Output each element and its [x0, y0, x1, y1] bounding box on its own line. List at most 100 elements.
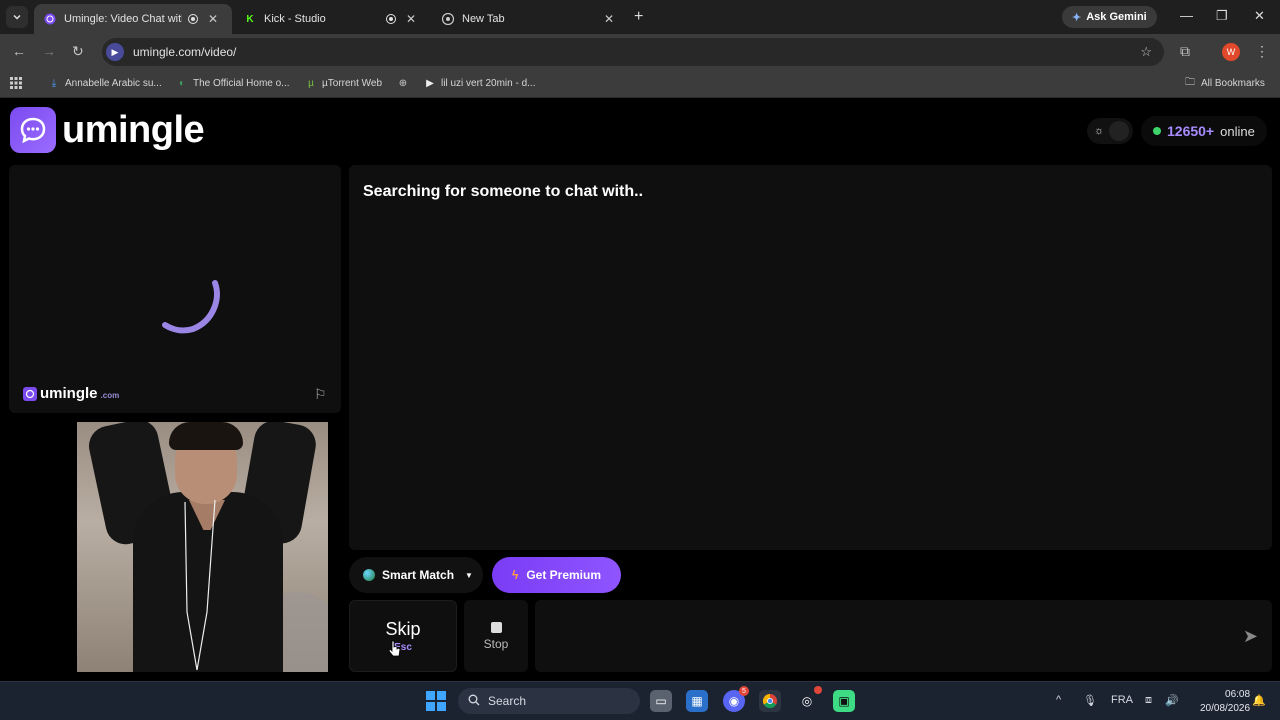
play-icon: ▶ [426, 77, 434, 89]
site-favicon-icon: ◐ [178, 77, 186, 89]
chrome-icon[interactable] [759, 690, 781, 712]
tab-title: New Tab [462, 13, 505, 25]
umingle-favicon-icon [44, 13, 56, 25]
taskbar-clock[interactable]: 06:08 20/08/2026 [1200, 688, 1250, 716]
microsoft-store-icon[interactable]: ▦ [686, 690, 708, 712]
loading-spinner-icon [162, 280, 220, 334]
obs-icon[interactable]: ◎ [796, 686, 822, 712]
stop-square-icon [490, 621, 502, 633]
clock-date: 20/08/2026 [1200, 703, 1251, 714]
windows-taskbar: Search ▭ ▦ ◉ 5 ◎ ▣ ^ 🎙 FRA ⧈ 🔊 06:08 20/0… [0, 681, 1280, 720]
skip-button[interactable]: Skip Esc [349, 600, 457, 672]
online-label: online [1220, 123, 1255, 139]
bookmark-item[interactable]: ◐ The Official Home o... [176, 77, 290, 89]
bookmark-item[interactable]: µ µTorrent Web [305, 77, 382, 89]
bookmark-star-icon[interactable]: ☆ [1140, 44, 1152, 60]
microphone-icon[interactable]: 🎙 [1083, 694, 1097, 707]
tray-chevron-up-icon[interactable]: ^ [1056, 694, 1061, 706]
all-bookmarks-button[interactable]: 🗀 All Bookmarks [1184, 77, 1265, 89]
send-arrow-icon[interactable]: ➤ [1243, 626, 1258, 647]
clock-time: 06:08 [1225, 689, 1251, 700]
address-toolbar: ← → ↻ ▶ umingle.com/video/ ☆ ⧉ W ⋮ [0, 34, 1280, 70]
earphone-cable-icon [184, 499, 216, 671]
taskbar-search[interactable]: Search [458, 688, 640, 714]
tab-search-button[interactable] [6, 6, 28, 28]
stop-button[interactable]: Stop [464, 600, 528, 672]
url-text: umingle.com/video/ [133, 45, 237, 59]
extensions-icon[interactable]: ⧉ [1180, 43, 1190, 60]
notification-bell-icon[interactable]: 🔔 [1252, 694, 1266, 707]
self-camera-video [77, 422, 328, 672]
recording-badge [814, 686, 822, 694]
report-flag-icon[interactable]: ⚐ [314, 386, 327, 403]
theme-toggle[interactable]: ☼ [1087, 118, 1133, 144]
new-tab-plus-icon[interactable]: + [634, 8, 643, 26]
umingle-watermark: umingle .com [23, 385, 119, 402]
ask-gemini-label: Ask Gemini [1086, 11, 1147, 23]
all-bookmarks-label: All Bookmarks [1201, 77, 1265, 89]
bookmarks-bar: ⤓ Annabelle Arabic su... ◐ The Official … [0, 70, 1280, 98]
gemini-sparkle-icon: ✦ [1072, 11, 1082, 24]
recording-icon [386, 14, 396, 24]
stop-label: Stop [483, 636, 509, 651]
get-premium-button[interactable]: ϟ Get Premium [492, 557, 621, 593]
chat-bubble-icon [23, 386, 37, 401]
browser-tab-bar: Umingle: Video Chat with S ✕ K Kick - St… [0, 0, 1280, 34]
bookmark-item[interactable]: ⤓ Annabelle Arabic su... [48, 77, 162, 89]
site-logo[interactable]: umingle [10, 107, 205, 153]
lightning-icon: ϟ [511, 568, 519, 582]
window-close-icon[interactable]: ✕ [1254, 8, 1265, 24]
close-tab-icon[interactable]: ✕ [208, 12, 218, 26]
smart-match-label: Smart Match [382, 568, 455, 582]
chat-status-text: Searching for someone to chat with.. [363, 183, 644, 200]
umingle-page: umingle ☼ 12650+ online umingle .com ⚐ S… [0, 99, 1280, 681]
sun-icon: ☼ [1094, 125, 1105, 137]
bookmark-item[interactable]: ▶ lil uzi vert 20min - d... [424, 77, 535, 89]
chat-log: Searching for someone to chat with.. [349, 165, 1272, 550]
address-bar[interactable]: ▶ umingle.com/video/ ☆ [102, 38, 1164, 66]
close-tab-icon[interactable]: ✕ [406, 12, 416, 26]
online-dot-icon [1153, 127, 1161, 135]
back-arrow-icon[interactable]: ← [12, 43, 26, 59]
caret-down-icon: ▼ [465, 570, 473, 580]
android-app-icon[interactable]: ▣ [833, 690, 855, 712]
menu-kebab-icon[interactable]: ⋮ [1255, 43, 1269, 60]
video-site-icon[interactable]: ▶ [106, 43, 124, 61]
task-view-icon[interactable]: ▭ [650, 690, 672, 712]
chat-bubble-logo-icon [10, 107, 56, 153]
watermark-name: umingle [40, 385, 98, 402]
smart-match-dropdown[interactable]: Smart Match ▼ [349, 557, 483, 593]
volume-icon[interactable]: 🔊 [1165, 694, 1179, 707]
tab-umingle[interactable]: Umingle: Video Chat with S ✕ [34, 4, 232, 34]
ask-gemini-button[interactable]: ✦ Ask Gemini [1062, 6, 1157, 28]
tab-kick-studio[interactable]: K Kick - Studio ✕ [234, 4, 430, 34]
forward-arrow-icon[interactable]: → [42, 43, 56, 59]
mouse-cursor-icon [388, 640, 401, 657]
chrome-favicon-icon [442, 13, 454, 25]
chevron-down-icon [13, 14, 21, 20]
windows-start-icon[interactable] [426, 691, 446, 711]
language-indicator[interactable]: FRA [1111, 694, 1133, 706]
premium-label: Get Premium [526, 568, 602, 582]
bookmark-item[interactable]: ⊕ [397, 77, 414, 89]
online-count: 12650+ [1167, 123, 1215, 139]
close-tab-icon[interactable]: ✕ [604, 12, 614, 26]
network-icon[interactable]: ⧈ [1145, 694, 1152, 707]
restore-icon[interactable]: ❐ [1216, 8, 1228, 24]
apps-grid-icon[interactable] [10, 77, 22, 89]
download-icon: ⤓ [51, 77, 57, 89]
bookmark-label: Annabelle Arabic su... [65, 77, 162, 89]
kick-favicon-icon: K [246, 13, 254, 25]
globe-icon: ⊕ [398, 77, 408, 89]
discord-icon[interactable]: ◉ 5 [723, 686, 749, 712]
folder-icon: 🗀 [1185, 76, 1195, 88]
reload-icon[interactable]: ↻ [72, 43, 84, 60]
tab-title: Kick - Studio [264, 13, 326, 25]
tab-new-tab[interactable]: New Tab ✕ [432, 4, 624, 34]
taskbar-search-label: Search [488, 694, 527, 708]
minimize-icon[interactable]: — [1180, 8, 1193, 23]
profile-avatar[interactable]: W [1222, 43, 1240, 61]
globe-icon [363, 569, 375, 581]
message-input[interactable]: ➤ [535, 600, 1272, 672]
online-counter: 12650+ online [1141, 116, 1267, 146]
